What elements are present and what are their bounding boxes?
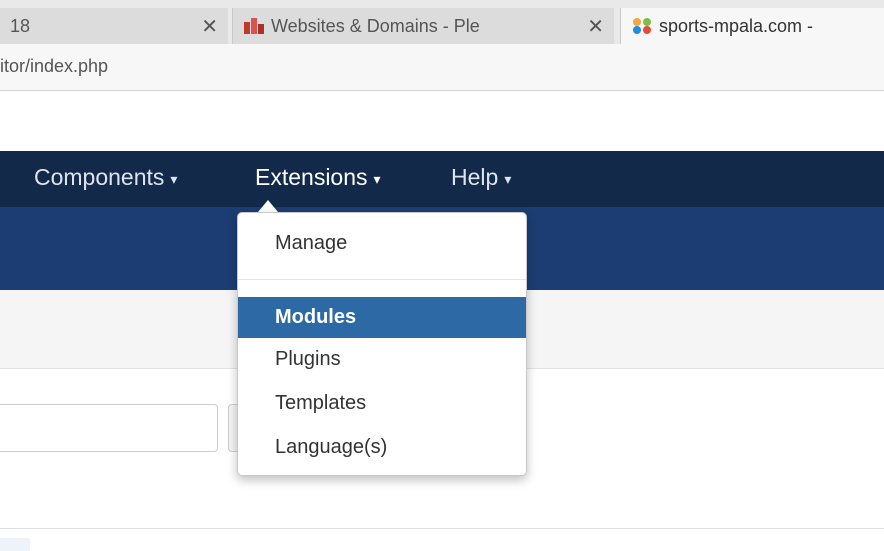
- plesk-icon: [244, 18, 264, 34]
- page-top-spacer: [0, 91, 884, 151]
- nav-label: Components: [34, 164, 165, 190]
- menu-item-manage[interactable]: Manage: [238, 227, 526, 259]
- menu-item-templates[interactable]: Templates: [238, 387, 526, 419]
- browser-tab[interactable]: Websites & Domains - Ple ✕: [232, 8, 614, 44]
- nav-components[interactable]: Components ▾: [34, 151, 177, 207]
- nav-help[interactable]: Help ▾: [451, 151, 511, 207]
- browser-tab[interactable]: 18 ✕: [0, 8, 228, 44]
- caret-down-icon: ▾: [504, 170, 512, 187]
- caret-down-icon: ▾: [170, 170, 178, 187]
- menu-divider: [238, 279, 526, 280]
- menu-item-plugins[interactable]: Plugins: [238, 343, 526, 375]
- joomla-icon: [633, 18, 651, 34]
- caret-down-icon: ▾: [373, 170, 381, 187]
- content-stub: [0, 538, 30, 551]
- admin-navbar: Components ▾ Extensions ▾ Help ▾: [0, 151, 884, 207]
- dropdown-pointer: [258, 200, 278, 212]
- nav-label: Extensions: [255, 164, 368, 190]
- extensions-dropdown-menu: Manage Modules Plugins Templates Languag…: [237, 212, 527, 476]
- address-bar[interactable]: itor/index.php: [0, 44, 884, 91]
- menu-item-languages[interactable]: Language(s): [238, 431, 526, 463]
- url-text[interactable]: itor/index.php: [0, 44, 108, 88]
- close-icon[interactable]: ✕: [201, 14, 218, 39]
- search-input[interactable]: [0, 404, 218, 452]
- menu-item-modules[interactable]: Modules: [238, 297, 526, 338]
- tab-title: 18: [10, 15, 31, 36]
- tab-title: Websites & Domains - Ple: [271, 15, 480, 36]
- close-icon[interactable]: ✕: [587, 14, 604, 39]
- divider: [0, 528, 884, 529]
- nav-extensions[interactable]: Extensions ▾: [255, 151, 381, 207]
- tab-title: sports-mpala.com -: [659, 15, 814, 36]
- browser-tab-strip: 18 ✕ Websites & Domains - Ple ✕ sports-m…: [0, 0, 884, 44]
- nav-label: Help: [451, 164, 499, 190]
- browser-tab-active[interactable]: sports-mpala.com -: [620, 8, 884, 44]
